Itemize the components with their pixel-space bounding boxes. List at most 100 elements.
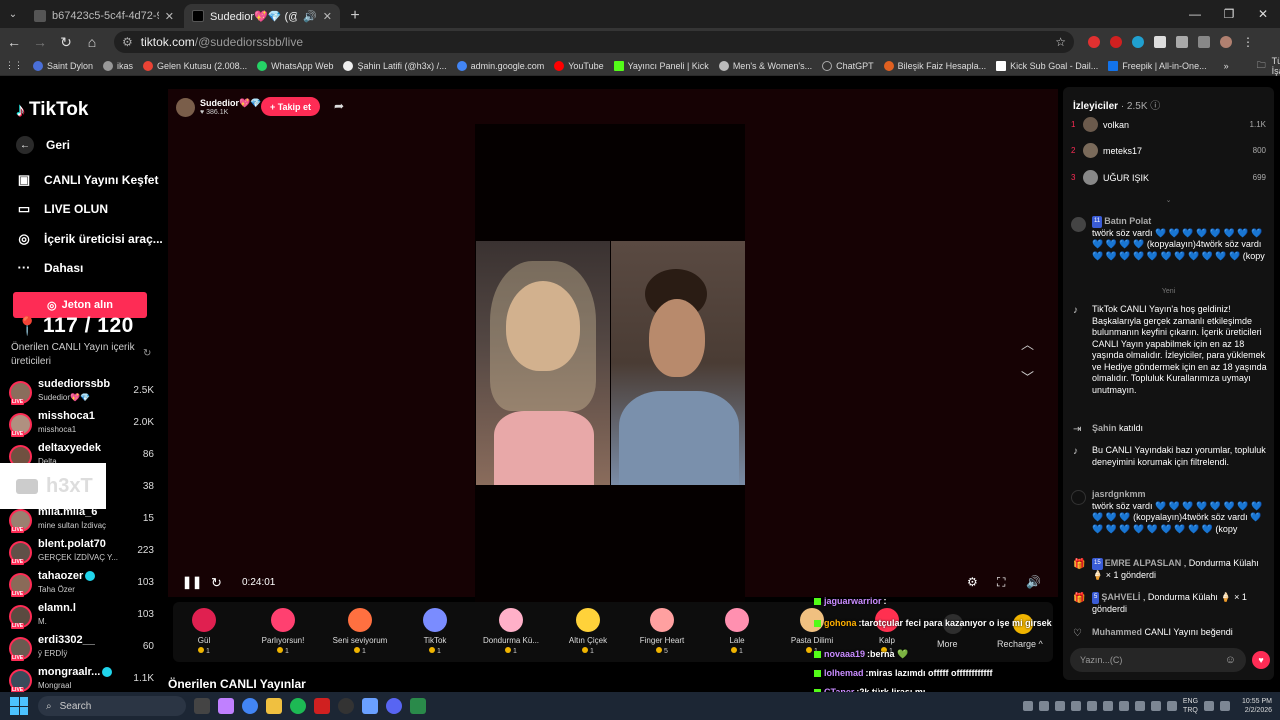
volume-tray-icon[interactable] <box>1220 701 1231 711</box>
creator-row[interactable]: LIVE mila.mila_6 mine sultan İzdivaç 15 <box>9 506 154 534</box>
gift-item[interactable]: TikTok 1 <box>397 608 473 655</box>
tray-icon[interactable] <box>1118 701 1129 711</box>
extension-icon[interactable] <box>1110 36 1122 48</box>
more-gifts-button[interactable]: More <box>937 639 958 649</box>
creator-row[interactable]: LIVE elamn.l M. 103 <box>9 602 154 630</box>
creator-row[interactable]: LIVE erdi3302__ ÿ ERDİÿ 60 <box>9 634 154 662</box>
bookmark[interactable]: ikas <box>98 60 138 71</box>
nav-more[interactable]: ··· Dahası <box>16 260 84 275</box>
chrome-icon[interactable] <box>242 698 258 714</box>
close-window-icon[interactable]: ✕ <box>1246 0 1280 28</box>
chat-user[interactable]: jasrdgnkmm <box>1092 489 1146 499</box>
browser-tab-1[interactable]: b67423c5-5c4f-4d72-9981-187 ✕ <box>26 4 182 28</box>
forward-icon[interactable]: → <box>28 30 52 54</box>
chat-user[interactable]: Muhammed <box>1092 627 1142 637</box>
tray-icon[interactable] <box>1022 701 1033 711</box>
discord-icon[interactable] <box>386 698 402 714</box>
task-view-icon[interactable] <box>194 698 210 714</box>
language-indicator[interactable]: ENG TRQ <box>1183 697 1198 715</box>
gift-item[interactable]: Lale 1 <box>699 608 775 655</box>
top-viewer-row[interactable]: 1 volkan 1.1K <box>1071 117 1266 133</box>
follow-button[interactable]: + Takip et <box>261 97 320 116</box>
creator-row[interactable]: LIVE tahaozer Taha Özer 103 <box>9 570 154 598</box>
emoji-icon[interactable]: ☺ <box>1225 654 1236 666</box>
streamer-name[interactable]: Sudedior💖💎 <box>200 98 261 109</box>
app-icon[interactable] <box>362 698 378 714</box>
chat-input[interactable]: Yazın...(C) ☺ <box>1070 648 1246 672</box>
restore-icon[interactable]: ❐ <box>1212 0 1246 28</box>
extension-icon[interactable] <box>1132 36 1144 48</box>
top-viewer-row[interactable]: 3 UĞUR IŞIK 699 <box>1071 170 1266 186</box>
bookmark[interactable]: Saint Dylon <box>28 60 98 71</box>
new-tab-button[interactable]: + <box>342 4 368 28</box>
spotify-icon[interactable] <box>290 698 306 714</box>
tray-icon[interactable] <box>1150 701 1161 711</box>
settings-gear-icon[interactable]: ⚙ <box>967 575 978 589</box>
browser-tab-2[interactable]: Sudedior💖💎 (@sudedior 🔊 ✕ <box>184 4 340 28</box>
nav-creator-tools[interactable]: ◎ İçerik üreticisi araç... <box>16 231 162 247</box>
gift-item[interactable]: Parlıyorsun! 1 <box>245 608 321 655</box>
creator-row[interactable]: LIVE blent.polat70 GERÇEK İZDİVAÇ Y... 223 <box>9 538 154 566</box>
tray-icon[interactable] <box>1134 701 1145 711</box>
gift-item[interactable]: Finger Heart 5 <box>624 608 700 655</box>
kebab-menu-icon[interactable]: ⋮ <box>1242 35 1254 49</box>
app-icon[interactable] <box>338 698 354 714</box>
viewers-header[interactable]: İzleyiciler · 2.5K ⓘ <box>1073 97 1160 112</box>
tray-icon[interactable] <box>1038 701 1049 711</box>
refresh-stream-icon[interactable]: ↻ <box>211 575 222 591</box>
site-info-icon[interactable]: ⚙ <box>122 35 133 49</box>
apps-icon[interactable]: ⋮⋮ <box>0 60 28 71</box>
bookmark[interactable]: ChatGPT <box>817 60 879 71</box>
close-icon[interactable]: ✕ <box>323 10 332 23</box>
chat-user[interactable]: Şahin <box>1092 423 1117 433</box>
back-icon[interactable]: ← <box>2 30 26 54</box>
pause-icon[interactable]: ❚❚ <box>182 575 202 589</box>
nav-explore-live[interactable]: ▣ CANLI Yayını Keşfet <box>16 172 159 188</box>
share-icon[interactable]: ➦ <box>334 99 344 113</box>
bookmark[interactable]: admin.google.com <box>452 60 550 71</box>
nav-go-live[interactable]: ▭ LIVE OLUN <box>16 201 108 217</box>
tiktok-logo[interactable]: ♪ TikTok <box>16 99 88 121</box>
puzzle-icon[interactable] <box>1176 36 1188 48</box>
bookmark[interactable]: Freepik | All-in-One... <box>1103 60 1211 71</box>
taskbar-search[interactable]: ⌕ Search <box>38 696 186 716</box>
clock[interactable]: 10:55 PM 2/2/2026 <box>1242 697 1272 715</box>
home-icon[interactable]: ⌂ <box>80 30 104 54</box>
network-icon[interactable] <box>1204 701 1215 711</box>
bookmarks-overflow[interactable]: » 🗀 Tüm Yer İşaretleri <box>1212 56 1280 76</box>
bookmark[interactable]: Men's & Women's... <box>714 60 817 71</box>
tab-search-icon[interactable]: ⌄ <box>0 0 26 28</box>
bookmark[interactable]: YouTube <box>549 60 608 71</box>
gift-item[interactable]: Altın Çiçek 1 <box>550 608 626 655</box>
creator-row[interactable]: LIVE sudediorssbb Sudedior💖💎 2.5K <box>9 378 154 406</box>
refresh-icon[interactable]: ↻ <box>143 348 151 359</box>
fullscreen-icon[interactable]: ⛶ <box>997 575 1005 590</box>
bookmark[interactable]: Kick Sub Goal - Dail... <box>991 60 1103 71</box>
extension-icon[interactable] <box>1088 36 1100 48</box>
gift-item[interactable]: Dondurma Kü... 1 <box>473 608 549 655</box>
reload-icon[interactable]: ↻ <box>54 30 78 54</box>
tray-icon[interactable] <box>1166 701 1177 711</box>
app-icon[interactable] <box>410 698 426 714</box>
bookmark[interactable]: Şahin Latifi (@h3x) /... <box>338 60 451 71</box>
volume-icon[interactable]: 🔊 <box>1026 575 1041 589</box>
address-bar[interactable]: ⚙ tiktok.com/@sudediorssbb/live ☆ <box>114 31 1074 53</box>
streamer-avatar[interactable] <box>176 98 195 117</box>
extension-icon[interactable] <box>1154 36 1166 48</box>
file-explorer-icon[interactable] <box>266 698 282 714</box>
profile-avatar[interactable] <box>1220 36 1232 48</box>
gift-item[interactable]: Seni seviyorum 1 <box>322 608 398 655</box>
top-viewer-row[interactable]: 2 meteks17 800 <box>1071 143 1266 159</box>
bookmark[interactable]: Bileşik Faiz Hesapla... <box>879 60 992 71</box>
gift-item[interactable]: Gül 1 <box>166 608 242 655</box>
chevron-down-icon[interactable]: ﹀ <box>1021 367 1034 386</box>
creator-row[interactable]: LIVE mongraalr... Mongraal 1.1K <box>9 666 154 692</box>
chat-user[interactable]: ŞAHVELİ <box>1101 592 1140 602</box>
like-heart-button[interactable]: ♥ <box>1252 651 1270 669</box>
minimize-icon[interactable]: — <box>1178 0 1212 28</box>
bookmark-star-icon[interactable]: ☆ <box>1055 35 1066 49</box>
close-icon[interactable]: ✕ <box>165 10 174 23</box>
chat-user[interactable]: EMRE ALPASLAN <box>1105 558 1182 568</box>
tray-icon[interactable] <box>1102 701 1113 711</box>
chat-user[interactable]: Batın Polat <box>1104 216 1151 226</box>
